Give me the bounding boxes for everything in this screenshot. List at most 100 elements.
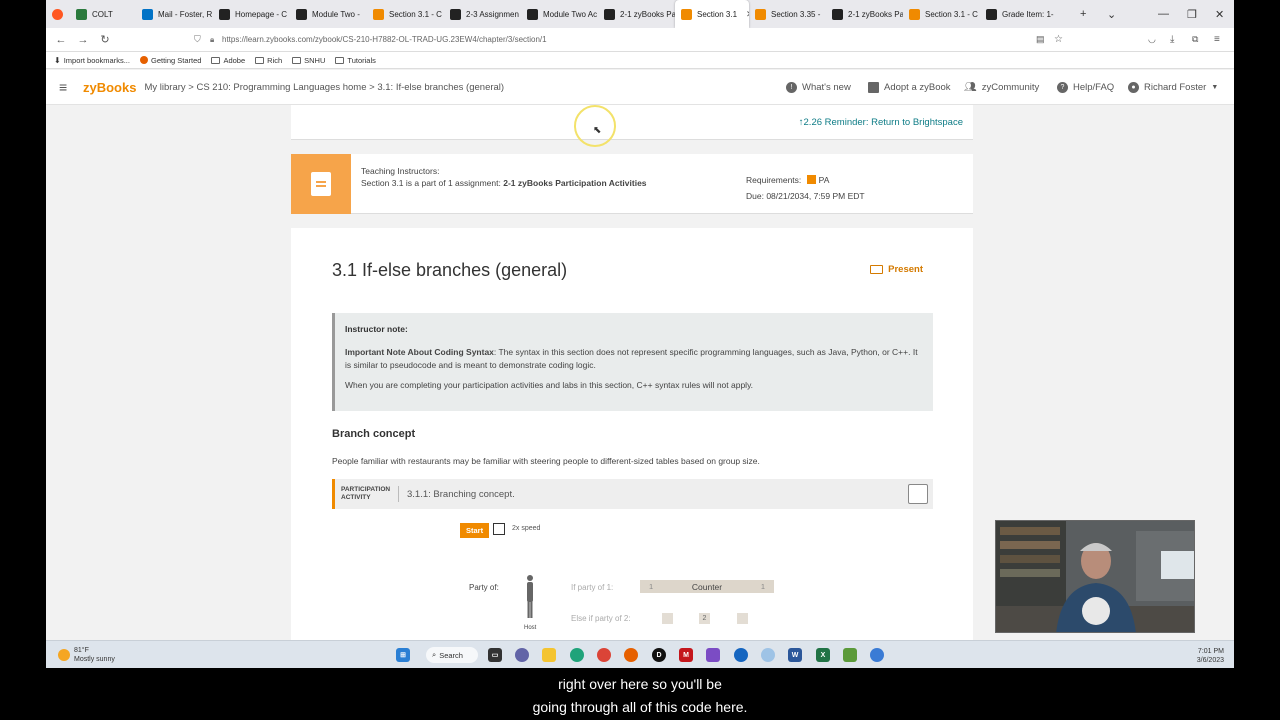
clock-time: 7:01 PM (1197, 648, 1224, 655)
downloads-icon[interactable]: ⤓ (1170, 34, 1174, 45)
dell-icon[interactable]: D (652, 648, 666, 662)
task-view-icon[interactable]: ▭ (488, 648, 502, 662)
tab-favicon-icon (142, 8, 153, 20)
zybooks-header: ≡ zyBooks My library > CS 210: Programmi… (46, 70, 1234, 105)
bookmark-getting-started[interactable]: Getting Started (139, 56, 201, 65)
import-icon: ⬇ (54, 55, 61, 65)
tab-label: Section 3.1 (697, 9, 738, 19)
speed-checkbox[interactable] (493, 523, 505, 535)
tab-label: Module Two Ac (543, 9, 598, 19)
mcafee-icon[interactable]: M (679, 648, 693, 662)
app-icon[interactable] (761, 648, 775, 662)
chat-icon[interactable] (515, 648, 529, 662)
file-explorer-icon[interactable] (542, 648, 556, 662)
whats-new-label: What's new (802, 82, 851, 93)
requirements: Requirements: PA (746, 175, 829, 185)
browser-tab[interactable]: Section 3.1✕ (675, 0, 749, 28)
bookmark-label: Adobe (223, 55, 246, 65)
assignment-card: Teaching Instructors: Section 3.1 is a p… (291, 154, 973, 214)
snipping-icon[interactable] (843, 648, 857, 662)
system-clock[interactable]: 7:01 PM 3/6/2023 (1197, 647, 1224, 665)
bookmark-label: Rich (267, 55, 283, 65)
browser-tab[interactable] (46, 0, 70, 28)
browser-tab[interactable]: Homepage - C (213, 0, 290, 28)
browser-tab[interactable]: 2-1 zyBooks Pa (598, 0, 675, 28)
zoom-icon[interactable] (734, 648, 748, 662)
tab-favicon-icon (832, 8, 843, 20)
bookmark-label: Import bookmarks... (63, 55, 130, 65)
restore-button[interactable]: ❐ (1187, 0, 1197, 28)
forward-button[interactable]: → (72, 34, 94, 46)
help-icon: ? (1057, 82, 1068, 93)
browser-tab[interactable]: Mail - Foster, R (136, 0, 213, 28)
assignment-name[interactable]: 2-1 zyBooks Participation Activities (503, 178, 646, 188)
bookmark-star-icon[interactable]: ☆ (1054, 34, 1063, 45)
new-tab-button[interactable]: + (1080, 0, 1086, 28)
bookmark-rich[interactable]: Rich (255, 56, 282, 65)
help-link[interactable]: ? Help/FAQ (1057, 70, 1114, 105)
activity-label-line: ACTIVITY (341, 494, 371, 501)
browser-tab[interactable]: Module Two - (290, 0, 367, 28)
bookmark-label: SNHU (304, 55, 326, 65)
weather-widget[interactable]: 81°F Mostly sunny (58, 646, 115, 664)
firefox-icon[interactable] (624, 648, 638, 662)
video-caption: right over here so you'll be going throu… (0, 668, 1280, 720)
zybooks-logo[interactable]: zyBooks (83, 80, 136, 95)
bookmark-tutorials[interactable]: Tutorials (335, 56, 376, 65)
community-link[interactable]: 👥︎ zyCommunity (964, 70, 1039, 105)
activity-title: 3.1.1: Branching concept. (407, 488, 515, 500)
taskbar-search[interactable]: ⌕ Search (426, 647, 478, 663)
browser-tab[interactable]: Section 3.35 - (749, 0, 826, 28)
counter-table: 1 Counter 1 (640, 580, 774, 593)
reader-view-icon[interactable]: ▤ (1036, 34, 1045, 45)
pocket-icon[interactable]: ◡ (1148, 34, 1156, 45)
excel-icon[interactable]: X (816, 648, 830, 662)
reminder-link[interactable]: ↑2.26 Reminder: Return to Brightspace (799, 117, 963, 128)
hamburger-menu-icon[interactable]: ≡ (59, 79, 73, 95)
word-icon[interactable]: W (788, 648, 802, 662)
url-field[interactable]: https://learn.zybooks.com/zybook/CS-210-… (222, 35, 547, 44)
book-icon (868, 82, 879, 93)
seat-square (737, 613, 748, 624)
bookmark-snhu[interactable]: SNHU (292, 56, 325, 65)
browser-tab[interactable]: Section 3.1 - C (903, 0, 980, 28)
start-button[interactable]: Start (460, 523, 490, 538)
teams-icon[interactable] (870, 648, 884, 662)
reload-button[interactable]: ↻ (94, 33, 116, 46)
browser-tab[interactable]: 2-3 Assignmen (444, 0, 521, 28)
browser-tab[interactable]: COLT (70, 0, 136, 28)
tab-label: 2-3 Assignmen (466, 9, 519, 19)
back-button[interactable]: ← (50, 34, 72, 46)
speed-label: 2x speed (512, 525, 541, 532)
close-window-button[interactable]: ✕ (1215, 0, 1224, 28)
bookmark-import[interactable]: ⬇ Import bookmarks... (54, 56, 130, 65)
present-button[interactable]: Present (870, 264, 923, 275)
browser-tab[interactable]: 2-1 zyBooks Pa (826, 0, 903, 28)
tab-favicon-icon (681, 8, 692, 20)
whats-new-link[interactable]: ! What's new (786, 70, 851, 105)
bookmark-adobe[interactable]: Adobe (211, 56, 245, 65)
browser-tab[interactable]: Module Two Ac (521, 0, 598, 28)
user-menu[interactable]: ● Richard Foster ▼ (1128, 70, 1218, 105)
tab-list-button[interactable]: ⌄ (1107, 0, 1116, 28)
section-card: 3.1 If-else branches (general) Present I… (291, 228, 973, 640)
instructor-note: Instructor note: Important Note About Co… (332, 313, 933, 411)
participation-activity: PARTICIPATION ACTIVITY 3.1.1: Branching c… (332, 479, 933, 640)
tab-label: Section 3.35 - (771, 9, 821, 19)
visual-studio-icon[interactable] (706, 648, 720, 662)
browser-tab[interactable]: Section 3.1 - C (367, 0, 444, 28)
browser-tab[interactable]: Grade Item: 1- (980, 0, 1057, 28)
tab-label: COLT (92, 9, 113, 19)
breadcrumb[interactable]: My library > CS 210: Programming Languag… (144, 82, 504, 93)
edge-icon[interactable] (570, 648, 584, 662)
folder-icon (335, 56, 345, 64)
extensions-icon[interactable]: ⧉ (1192, 34, 1198, 45)
chrome-icon[interactable] (597, 648, 611, 662)
start-menu-icon[interactable]: ⊞ (396, 648, 410, 662)
adopt-link[interactable]: Adopt a zyBook (868, 70, 951, 105)
due-date: Due: 08/21/2034, 7:59 PM EDT (746, 191, 865, 201)
party-of-label: Party of: (469, 583, 499, 592)
minimize-button[interactable]: — (1158, 0, 1169, 28)
menu-icon[interactable]: ≡ (1214, 34, 1220, 45)
reminder-label: 2.26 Reminder: Return to Brightspace (803, 117, 963, 128)
